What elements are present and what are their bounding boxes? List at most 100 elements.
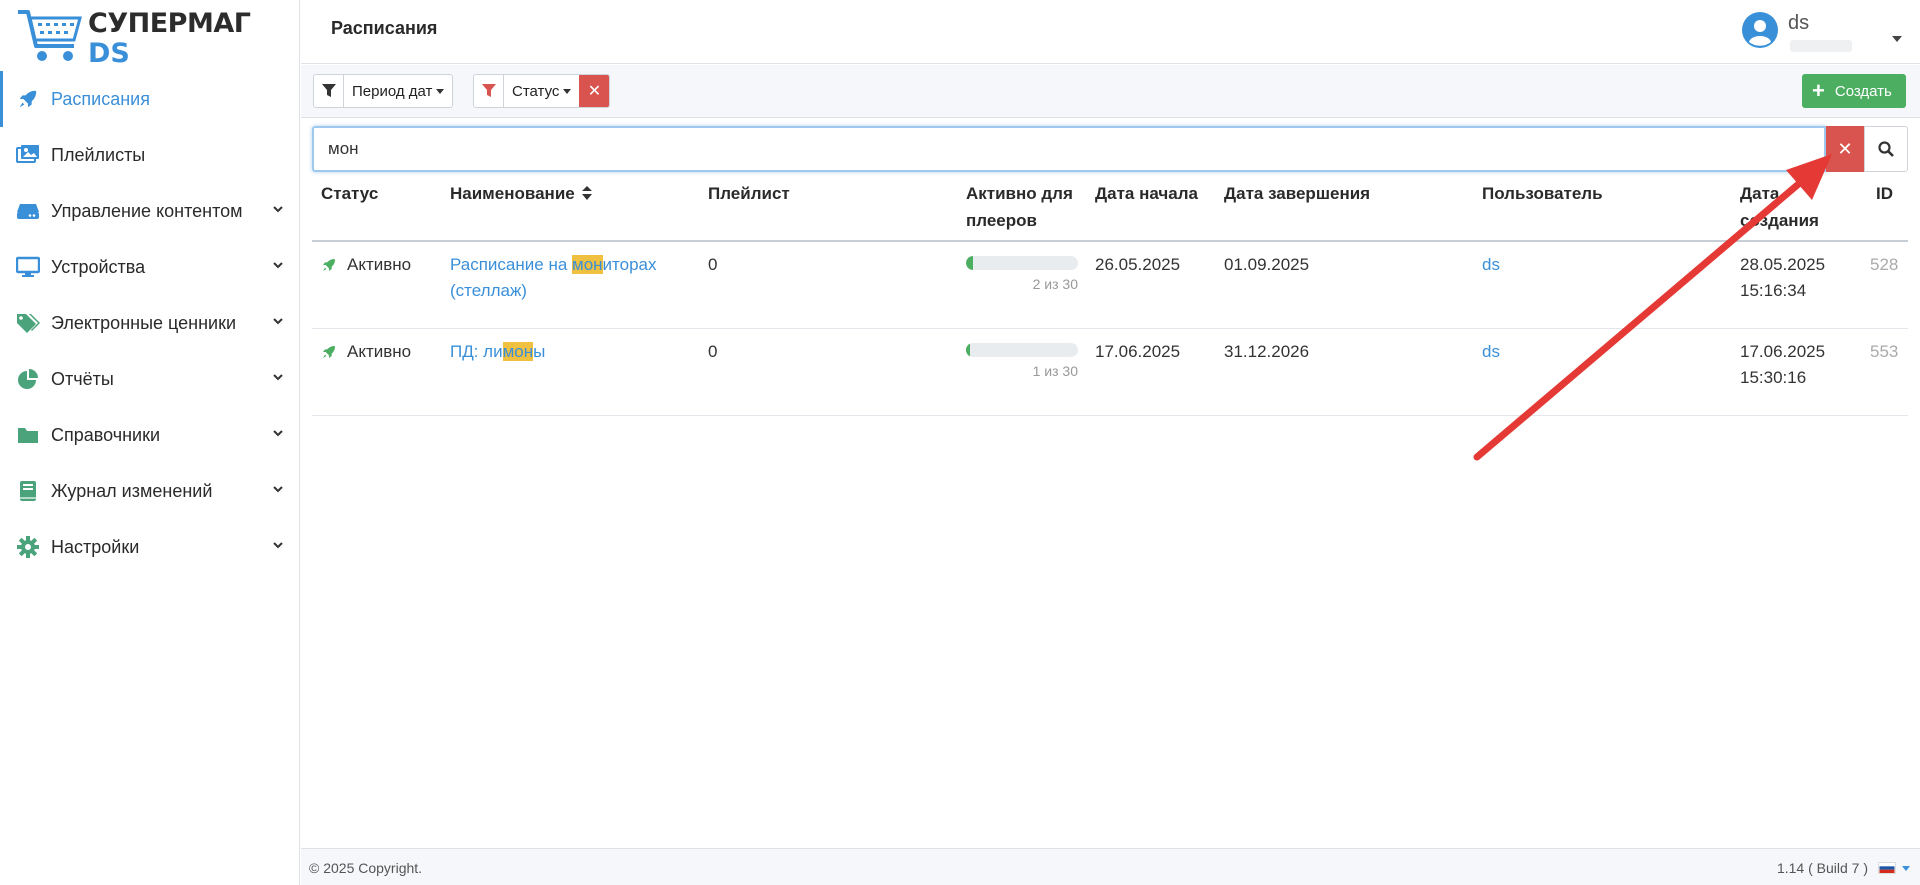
rocket-icon — [323, 346, 335, 358]
progress-fill — [966, 343, 970, 357]
russian-flag-icon[interactable] — [1878, 862, 1896, 874]
search-button[interactable] — [1864, 126, 1908, 172]
column-header-id[interactable]: ID — [1876, 180, 1893, 207]
chevron-down-icon — [273, 262, 283, 269]
column-header-active-players[interactable]: Активно для плееров — [966, 180, 1073, 234]
sidebar-item-label: Устройства — [51, 256, 146, 277]
column-header-start-date[interactable]: Дата начала — [1095, 180, 1198, 207]
logo-line2: DS — [88, 38, 130, 69]
column-header-name[interactable]: Наименование — [450, 180, 593, 207]
chevron-down-icon — [273, 430, 283, 437]
search-clear-button[interactable]: ✕ — [1826, 126, 1864, 172]
column-header-user[interactable]: Пользователь — [1482, 180, 1603, 207]
filter-active-icon — [474, 75, 504, 107]
created-date: 28.05.2025 — [1740, 255, 1826, 274]
search-highlight: мон — [572, 255, 603, 274]
name-part: ПД: ли — [450, 342, 503, 361]
sidebar-item-settings[interactable]: Настройки — [0, 519, 300, 575]
user-link[interactable]: ds — [1482, 252, 1500, 278]
rocket-icon — [323, 259, 335, 271]
drive-icon — [16, 199, 40, 223]
filter-period[interactable]: Период дат — [313, 74, 454, 108]
created-time: 15:30:16 — [1740, 368, 1807, 387]
start-date-cell: 26.05.2025 — [1095, 255, 1181, 274]
progress-fill — [966, 256, 974, 270]
sidebar-item-content[interactable]: Управление контентом — [0, 183, 300, 239]
caret-down-icon — [436, 88, 445, 94]
end-date-cell: 01.09.2025 — [1224, 255, 1310, 274]
user-name: ds — [1788, 12, 1810, 34]
filter-status-dropdown[interactable]: Статус — [504, 75, 579, 107]
sidebar-item-label: Отчёты — [51, 368, 114, 389]
copyright-text: © 2025 Copyright. — [309, 860, 423, 876]
chevron-down-icon — [273, 542, 283, 549]
chevron-down-icon — [273, 206, 283, 213]
status-text: Активно — [347, 255, 412, 274]
sidebar-item-references[interactable]: Справочники — [0, 407, 300, 463]
folder-icon — [16, 423, 40, 447]
sidebar-item-devices[interactable]: Устройства — [0, 239, 300, 295]
caret-down-icon[interactable] — [1902, 866, 1910, 871]
schedule-name-link[interactable]: ПД: лимоны — [450, 339, 545, 365]
chevron-down-icon — [273, 318, 283, 325]
name-part: Расписание на — [450, 255, 573, 274]
column-header-end-date[interactable]: Дата завершения — [1224, 180, 1370, 207]
sidebar-item-label: Расписания — [51, 88, 150, 109]
filter-period-dropdown[interactable]: Период дат — [344, 75, 452, 107]
cart-logo-icon — [18, 10, 82, 61]
logo-line1: СУПЕРМАГ — [88, 8, 251, 39]
create-button-label: Создать — [1834, 82, 1892, 100]
plus-icon: + — [1812, 78, 1825, 103]
sidebar-item-label: Плейлисты — [51, 144, 146, 165]
sidebar-item-playlists[interactable]: Плейлисты — [0, 127, 300, 183]
app-logo[interactable]: СУПЕРМАГ DS — [16, 6, 251, 69]
search-input[interactable] — [312, 126, 1826, 172]
chevron-down-icon — [273, 486, 283, 493]
active-players-count: 1 из 30 — [1032, 363, 1078, 379]
images-icon — [16, 143, 40, 167]
sort-icon — [582, 186, 593, 200]
schedules-table: Статус Наименование Плейлист Активно для… — [312, 172, 1908, 416]
id-cell: 528 — [1870, 255, 1899, 274]
sidebar-item-label: Журнал изменений — [51, 480, 213, 501]
column-header-status[interactable]: Статус — [321, 180, 378, 207]
user-avatar-icon — [1742, 12, 1778, 48]
rocket-icon — [16, 87, 40, 111]
filter-period-label: Период дат — [352, 82, 433, 100]
active-players-progress — [966, 343, 1078, 357]
name-part: ы — [533, 342, 546, 361]
start-date-cell: 17.06.2025 — [1095, 342, 1181, 361]
column-header-playlist[interactable]: Плейлист — [708, 180, 790, 207]
schedule-name-link[interactable]: Расписание на мониторах (стеллаж) — [450, 252, 657, 304]
id-cell: 553 — [1870, 342, 1899, 361]
sidebar-item-label: Справочники — [51, 424, 161, 445]
filter-status[interactable]: Статус ✕ — [473, 74, 611, 108]
sidebar-item-label: Управление контентом — [51, 200, 243, 221]
created-time: 15:16:34 — [1740, 281, 1807, 300]
chevron-down-icon — [273, 374, 283, 381]
sidebar-item-schedules[interactable]: Расписания — [0, 71, 300, 127]
column-header-created-line1: Дата — [1740, 184, 1780, 203]
filter-status-clear-button[interactable]: ✕ — [579, 75, 610, 107]
sidebar-nav: Расписания Плейлисты Управление контенто… — [0, 71, 300, 575]
search-icon — [1878, 141, 1894, 157]
table-header: Статус Наименование Плейлист Активно для… — [312, 172, 1908, 242]
sidebar-item-changelog[interactable]: Журнал изменений — [0, 463, 300, 519]
create-button[interactable]: + Создать — [1802, 74, 1906, 108]
filter-icon — [314, 75, 344, 107]
status-cell: Активно — [321, 252, 411, 278]
user-menu[interactable]: ds — [1742, 8, 1902, 56]
caret-down-icon — [563, 88, 572, 94]
created-date: 17.06.2025 — [1740, 342, 1826, 361]
column-header-created[interactable]: Дата создания — [1740, 180, 1819, 234]
caret-down-icon — [1892, 36, 1902, 42]
top-header: Расписания ds — [301, 0, 1920, 64]
sidebar-item-price-tags[interactable]: Электронные ценники — [0, 295, 300, 351]
gear-icon — [16, 535, 40, 559]
sidebar: СУПЕРМАГ DS Расписания Плейлисты Управле… — [0, 0, 300, 885]
user-link[interactable]: ds — [1482, 339, 1500, 365]
version-text: 1.14 ( Build 7 ) — [1776, 860, 1868, 876]
tags-icon — [16, 311, 40, 335]
sidebar-item-reports[interactable]: Отчёты — [0, 351, 300, 407]
column-header-created-line2: создания — [1740, 211, 1819, 230]
